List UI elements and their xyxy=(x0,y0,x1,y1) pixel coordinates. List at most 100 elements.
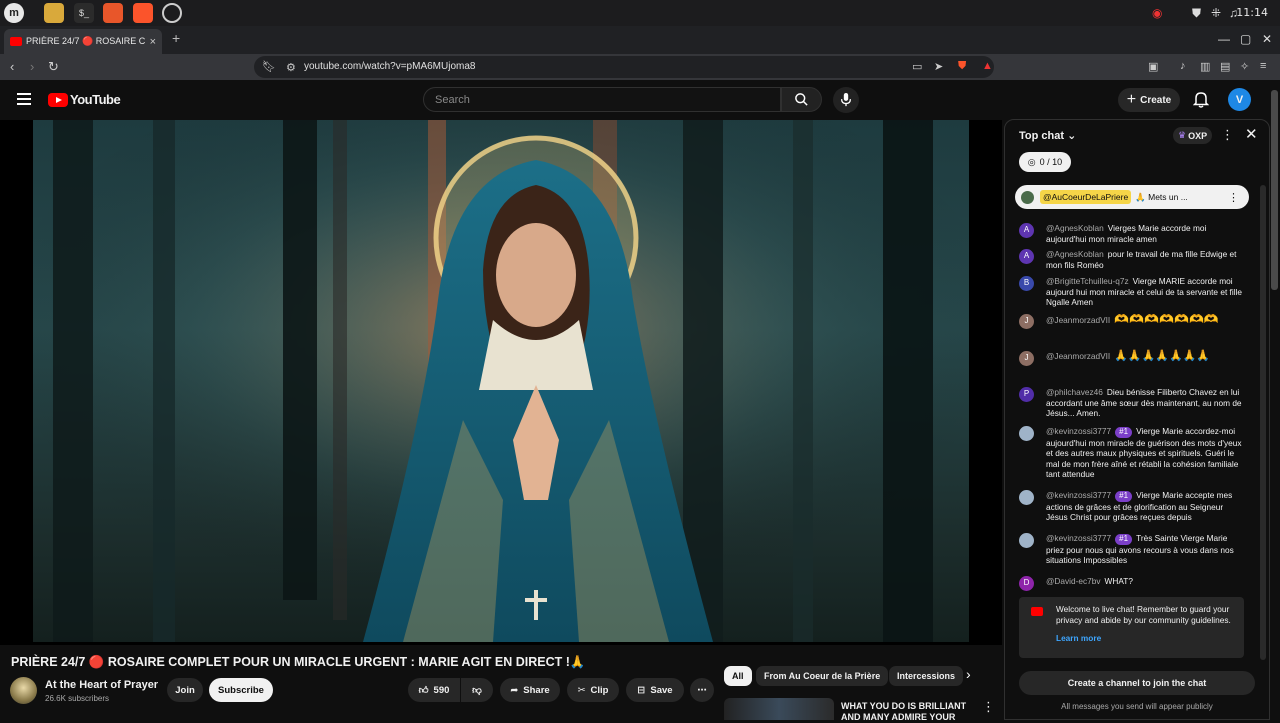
recommendation-thumbnail[interactable] xyxy=(724,698,834,720)
save-button[interactable]: ⊟ Save xyxy=(626,678,684,702)
recommendation-more-icon[interactable]: ⋮ xyxy=(982,699,995,715)
chat-avatar[interactable]: A xyxy=(1019,223,1034,238)
brave-icon[interactable] xyxy=(133,3,153,23)
chat-message[interactable]: @kevinzossi3777 #1 Vierge Marie accordez-m… xyxy=(1019,426,1245,480)
close-window-button[interactable]: ✕ xyxy=(1262,32,1272,46)
menu-icon[interactable] xyxy=(17,93,31,105)
chat-message[interactable]: B @BrigitteTchuilleu-q7z Vierge MARIE acco… xyxy=(1019,276,1245,308)
chat-author[interactable]: @JeanmorzadVII xyxy=(1046,315,1110,325)
chat-avatar[interactable] xyxy=(1019,533,1034,548)
youtube-logo[interactable]: YouTube xyxy=(48,92,121,107)
mint-menu-icon[interactable]: m xyxy=(4,3,24,23)
clip-button[interactable]: ✂ Clip xyxy=(567,678,619,702)
new-tab-button[interactable]: + xyxy=(172,30,180,46)
chat-menu-icon[interactable]: ⋮ xyxy=(1221,127,1234,143)
search-button[interactable] xyxy=(781,87,822,112)
user-avatar[interactable]: V xyxy=(1228,88,1251,111)
chat-message[interactable]: J @JeanmorzadVII 🫶🫶🫶🫶🫶🫶🫶 xyxy=(1019,313,1245,329)
chat-avatar[interactable]: J xyxy=(1019,351,1034,366)
learn-more-link[interactable]: Learn more xyxy=(1056,633,1101,644)
chat-message[interactable]: D @David-ec7bv WHAT? xyxy=(1019,576,1245,591)
maximize-button[interactable]: ▢ xyxy=(1240,32,1251,46)
leo-icon[interactable]: ✧ xyxy=(1240,60,1249,73)
chat-message[interactable]: A @AgnesKoblan pour le travail de ma fille… xyxy=(1019,249,1245,270)
firefox-icon[interactable] xyxy=(103,3,123,23)
bookmark-icon[interactable]: 🔖︎ xyxy=(262,60,276,73)
chat-message[interactable]: A @AgnesKoblan Vierges Marie accorde moi a… xyxy=(1019,223,1245,244)
chat-author[interactable]: @David-ec7bv xyxy=(1046,576,1101,586)
chat-message[interactable]: J @JeanmorzadVII 🙏🙏🙏🙏🙏🙏🙏 xyxy=(1019,351,1245,366)
opera-tray-icon[interactable]: ◉ xyxy=(1152,6,1162,20)
tab-close-icon[interactable]: × xyxy=(150,36,156,48)
chat-avatar[interactable]: P xyxy=(1019,387,1034,402)
chat-avatar[interactable]: J xyxy=(1019,314,1034,329)
page-scrollbar[interactable] xyxy=(1271,90,1278,290)
chevron-right-icon[interactable]: › xyxy=(966,666,971,682)
chat-avatar[interactable]: A xyxy=(1019,249,1034,264)
browser-menu-icon[interactable]: ≡ xyxy=(1260,60,1266,72)
channel-name[interactable]: At the Heart of Prayer xyxy=(45,679,158,691)
chat-author[interactable]: @kevinzossi3777 xyxy=(1046,490,1111,500)
video-player[interactable] xyxy=(0,120,1002,645)
chat-avatar[interactable] xyxy=(1019,490,1034,505)
create-button[interactable]: + Create xyxy=(1118,88,1180,112)
shield-tray-icon[interactable]: ⛊ xyxy=(1192,6,1201,21)
screenshot-icon[interactable]: ▣ xyxy=(1148,60,1158,73)
pinned-message[interactable]: @AuCoeurDeLaPriere 🙏 Mets un ... ⋮ xyxy=(1015,185,1249,209)
send-icon[interactable]: ➤ xyxy=(934,60,943,73)
chat-avatar[interactable]: D xyxy=(1019,576,1034,591)
chat-author[interactable]: @philchavez46 xyxy=(1046,387,1103,397)
video-frame[interactable] xyxy=(33,120,969,642)
sidebar-icon[interactable]: ▥ xyxy=(1200,60,1210,73)
cast-icon[interactable]: ▭ xyxy=(912,60,922,73)
media-icon[interactable]: ♪ xyxy=(1180,60,1186,72)
voice-search-button[interactable] xyxy=(833,87,859,113)
create-channel-button[interactable]: Create a channel to join the chat xyxy=(1019,671,1255,695)
minimize-button[interactable]: — xyxy=(1218,32,1230,46)
pinned-more-icon[interactable]: ⋮ xyxy=(1228,191,1239,204)
chat-author[interactable]: @JeanmorzadVII xyxy=(1046,351,1110,361)
chat-avatar[interactable] xyxy=(1019,426,1034,441)
chat-message[interactable]: @kevinzossi3777 #1 Très Sainte Vierge Mari… xyxy=(1019,533,1245,566)
wallet-icon[interactable]: ▤ xyxy=(1220,60,1230,73)
share-button[interactable]: ➦ Share xyxy=(500,678,560,702)
back-icon[interactable]: ‹ xyxy=(10,59,14,74)
close-icon[interactable]: ✕ xyxy=(1245,125,1258,143)
chat-avatar[interactable]: B xyxy=(1019,276,1034,291)
brave-shield-icon[interactable]: ⛊ xyxy=(958,60,966,73)
join-button[interactable]: Join xyxy=(167,678,203,702)
search-input[interactable] xyxy=(424,88,780,112)
chat-author[interactable]: @AgnesKoblan xyxy=(1046,249,1104,259)
chip-intercessions[interactable]: Intercessions xyxy=(889,666,964,686)
like-button[interactable]: 👍︎ 590 xyxy=(408,678,460,702)
more-actions-button[interactable]: ⋯ xyxy=(690,678,714,702)
tab-youtube[interactable]: PRIÈRE 24/7 🔴 ROSAIRE C × xyxy=(4,29,162,54)
network-tray-icon[interactable]: ⁜ xyxy=(1211,6,1221,20)
notifications-bell-icon[interactable] xyxy=(1193,90,1209,108)
subscribe-button[interactable]: Subscribe xyxy=(209,678,273,702)
chat-scrollbar[interactable] xyxy=(1260,185,1266,660)
folder-icon[interactable] xyxy=(44,3,64,23)
chat-message[interactable]: @kevinzossi3777 #1 Vierge Marie accepte me… xyxy=(1019,490,1245,523)
chat-author[interactable]: @AgnesKoblan xyxy=(1046,223,1104,233)
dislike-button[interactable]: 👎︎ xyxy=(461,678,493,702)
channel-avatar[interactable] xyxy=(10,677,37,704)
chat-mode-selector[interactable]: Top chat ⌄ xyxy=(1019,129,1076,142)
oxp-badge[interactable]: ♛ OXP xyxy=(1173,127,1213,144)
chrome-icon[interactable] xyxy=(162,3,182,23)
chip-all[interactable]: All xyxy=(724,666,752,686)
terminal-icon[interactable]: $_ xyxy=(74,3,94,23)
chat-goal-badge[interactable]: ◎ 0 / 10 xyxy=(1019,152,1071,172)
reload-icon[interactable]: ↻ xyxy=(48,59,59,75)
search-field[interactable] xyxy=(423,87,781,112)
chip-from-channel[interactable]: From Au Coeur de la Prière xyxy=(756,666,889,686)
brave-rewards-icon[interactable]: ▲ xyxy=(982,60,993,72)
address-bar[interactable]: 🔖︎ ⚙ youtube.com/watch?v=pMA6MUjoma8 xyxy=(254,56,994,78)
forward-icon[interactable]: › xyxy=(30,59,34,74)
chat-author[interactable]: @kevinzossi3777 xyxy=(1046,533,1111,543)
url-text[interactable]: youtube.com/watch?v=pMA6MUjoma8 xyxy=(304,61,475,72)
site-info-icon[interactable]: ⚙ xyxy=(286,61,296,74)
chat-author[interactable]: @BrigitteTchuilleu-q7z xyxy=(1046,276,1129,286)
chat-author[interactable]: @kevinzossi3777 xyxy=(1046,426,1111,436)
chat-message[interactable]: P @philchavez46 Dieu bénisse Filiberto Cha… xyxy=(1019,387,1245,419)
